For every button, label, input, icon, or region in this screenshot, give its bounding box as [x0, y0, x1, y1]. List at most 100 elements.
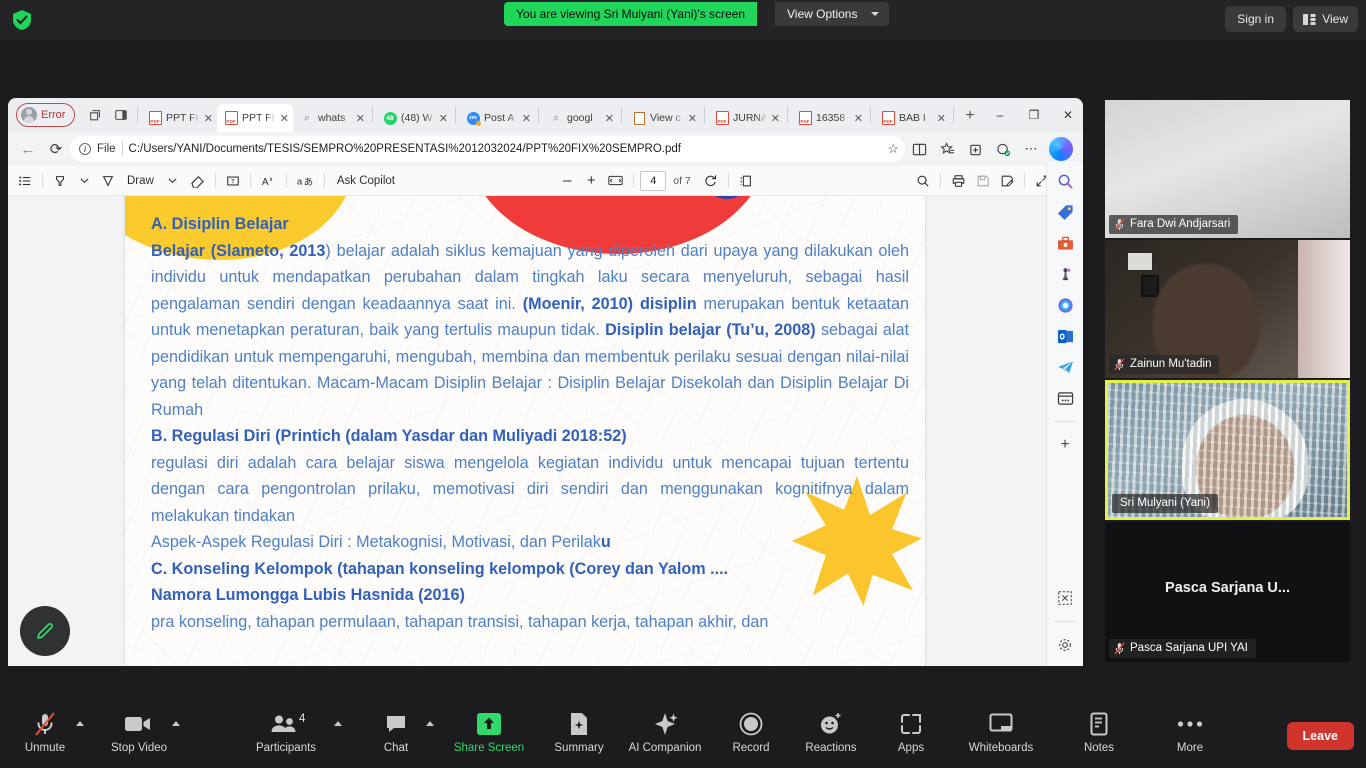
- add-icon[interactable]: +: [1054, 434, 1076, 456]
- draw-chevron-icon[interactable]: [162, 170, 184, 192]
- games-icon[interactable]: [1054, 263, 1076, 285]
- favorites-icon[interactable]: [933, 135, 961, 163]
- annotate-pen-button[interactable]: [20, 606, 70, 656]
- view-layout-button[interactable]: View: [1293, 6, 1358, 32]
- favorite-star-icon[interactable]: ☆: [887, 141, 899, 157]
- text-box-icon[interactable]: T: [222, 170, 244, 192]
- browser-tab[interactable]: View c ✕: [625, 104, 701, 132]
- read-aloud-icon[interactable]: A: [257, 170, 280, 192]
- more-button[interactable]: More: [1147, 710, 1233, 754]
- zoom-out-button[interactable]: –: [556, 170, 578, 192]
- share-screen-button[interactable]: Share Screen: [446, 710, 532, 754]
- shopping-tag-icon[interactable]: [1054, 201, 1076, 223]
- chat-button[interactable]: Chat: [353, 710, 439, 754]
- split-screen-icon[interactable]: [1054, 587, 1076, 609]
- whiteboards-button[interactable]: Whiteboards: [958, 710, 1044, 754]
- close-icon[interactable]: ✕: [605, 112, 614, 125]
- toc-icon[interactable]: [14, 170, 36, 192]
- outlook-icon[interactable]: [1054, 325, 1076, 347]
- participant-nameplate: Fara Dwi Andjarsari: [1109, 215, 1239, 234]
- browser-essentials-icon[interactable]: [1054, 387, 1076, 409]
- close-window-button[interactable]: ✕: [1051, 100, 1083, 130]
- split-screen-icon[interactable]: [905, 135, 933, 163]
- page-number-input[interactable]: 4: [640, 170, 667, 191]
- close-icon[interactable]: ✕: [771, 112, 780, 125]
- browser-tab[interactable]: PDF JURNA ✕: [708, 104, 784, 132]
- telegram-icon[interactable]: [1054, 356, 1076, 378]
- participant-tile[interactable]: Zainun Mu'tadin: [1105, 240, 1350, 378]
- close-icon[interactable]: ✕: [688, 112, 697, 125]
- settings-icon[interactable]: [1054, 634, 1076, 656]
- notes-button[interactable]: Notes: [1056, 710, 1142, 754]
- apps-button[interactable]: Apps: [868, 710, 954, 754]
- browser-tab[interactable]: ⌕ whats ✕: [293, 104, 369, 132]
- back-icon[interactable]: ←: [14, 135, 42, 163]
- participant-tile[interactable]: Fara Dwi Andjarsari: [1105, 100, 1350, 238]
- view-options-button[interactable]: View Options: [775, 2, 890, 26]
- browser-tab[interactable]: ⌕ googl ✕: [542, 104, 618, 132]
- translate-icon[interactable]: aあ: [293, 170, 318, 192]
- participant-tile[interactable]: Pasca Sarjana U... Pasca Sarjana UPI YAI: [1105, 522, 1350, 662]
- ask-copilot-button[interactable]: Ask Copilot: [331, 170, 401, 192]
- participant-name: Sri Mulyani (Yani): [1120, 497, 1210, 509]
- more-label: More: [1176, 742, 1204, 754]
- browser-tab-active[interactable]: PDF PPT FI ✕: [217, 104, 293, 132]
- draw-label[interactable]: Draw: [121, 170, 160, 192]
- browser-tab[interactable]: PDF PPT FI ✕: [141, 104, 217, 132]
- new-tab-button[interactable]: +: [957, 103, 983, 129]
- close-icon[interactable]: ✕: [854, 112, 863, 125]
- copilot-icon[interactable]: [1049, 137, 1073, 161]
- participants-button[interactable]: Participants: [243, 710, 329, 754]
- erase-icon[interactable]: [186, 170, 209, 192]
- print-icon[interactable]: [947, 170, 970, 192]
- audio-options-chevron-icon[interactable]: [76, 721, 84, 726]
- video-options-chevron-icon[interactable]: [172, 721, 180, 726]
- browser-tab[interactable]: zm Post A ✕: [459, 104, 535, 132]
- leave-meeting-button[interactable]: Leave: [1286, 722, 1354, 750]
- search-icon[interactable]: [1054, 170, 1076, 192]
- browser-tab[interactable]: 48 (48) W ✕: [376, 104, 452, 132]
- close-icon[interactable]: ✕: [937, 112, 946, 125]
- highlight-chevron-icon[interactable]: [73, 170, 95, 192]
- pdf-viewport[interactable]: A. Disiplin Belajar Belajar (Slameto, 20…: [8, 196, 1083, 666]
- browser-tab[interactable]: PDF 16358 ✕: [791, 104, 867, 132]
- close-icon[interactable]: ✕: [204, 112, 213, 125]
- video-background: [1298, 240, 1350, 378]
- profile-error-chip[interactable]: Error: [16, 103, 76, 127]
- record-icon: [739, 710, 763, 738]
- unmute-button[interactable]: Unmute: [2, 710, 88, 754]
- address-input[interactable]: i File C:/Users/YANI/Documents/TESIS/SEM…: [70, 136, 905, 162]
- tab-actions-icon[interactable]: [108, 102, 134, 128]
- collections-icon[interactable]: [961, 135, 989, 163]
- page-view-icon[interactable]: [735, 170, 757, 192]
- rotate-icon[interactable]: [699, 170, 722, 192]
- ai-companion-button[interactable]: AI Companion: [622, 710, 708, 754]
- close-icon[interactable]: ✕: [356, 112, 365, 125]
- maximize-button[interactable]: ❐: [1017, 100, 1051, 130]
- search-icon[interactable]: [912, 170, 934, 192]
- minimize-button[interactable]: –: [983, 100, 1017, 130]
- draw-icon[interactable]: [97, 170, 119, 192]
- tools-icon[interactable]: [1054, 232, 1076, 254]
- reactions-button[interactable]: Reactions: [788, 710, 874, 754]
- record-button[interactable]: Record: [708, 710, 794, 754]
- copilot-icon[interactable]: [1054, 294, 1076, 316]
- close-icon[interactable]: ✕: [522, 112, 531, 125]
- fit-page-icon[interactable]: [604, 170, 627, 192]
- highlight-icon[interactable]: [49, 170, 71, 192]
- stop-video-button[interactable]: Stop Video: [96, 710, 182, 754]
- summary-button[interactable]: Summary: [536, 710, 622, 754]
- save-as-icon[interactable]: [996, 170, 1018, 192]
- close-icon[interactable]: ✕: [280, 112, 289, 125]
- zoom-in-button[interactable]: +: [580, 170, 602, 192]
- participant-tile-speaking[interactable]: Sri Mulyani (Yani): [1105, 380, 1350, 520]
- browser-tab[interactable]: PDF BAB I ✕: [874, 104, 950, 132]
- sign-in-button[interactable]: Sign in: [1225, 6, 1286, 32]
- browser-more-icon[interactable]: ⋯: [1017, 135, 1045, 163]
- reload-icon[interactable]: ⟳: [42, 135, 70, 163]
- tab-collections-icon[interactable]: [82, 102, 108, 128]
- participants-chevron-icon[interactable]: [334, 721, 342, 726]
- chat-chevron-icon[interactable]: [426, 721, 434, 726]
- browser-essentials-icon[interactable]: [989, 135, 1017, 163]
- close-icon[interactable]: ✕: [439, 112, 448, 125]
